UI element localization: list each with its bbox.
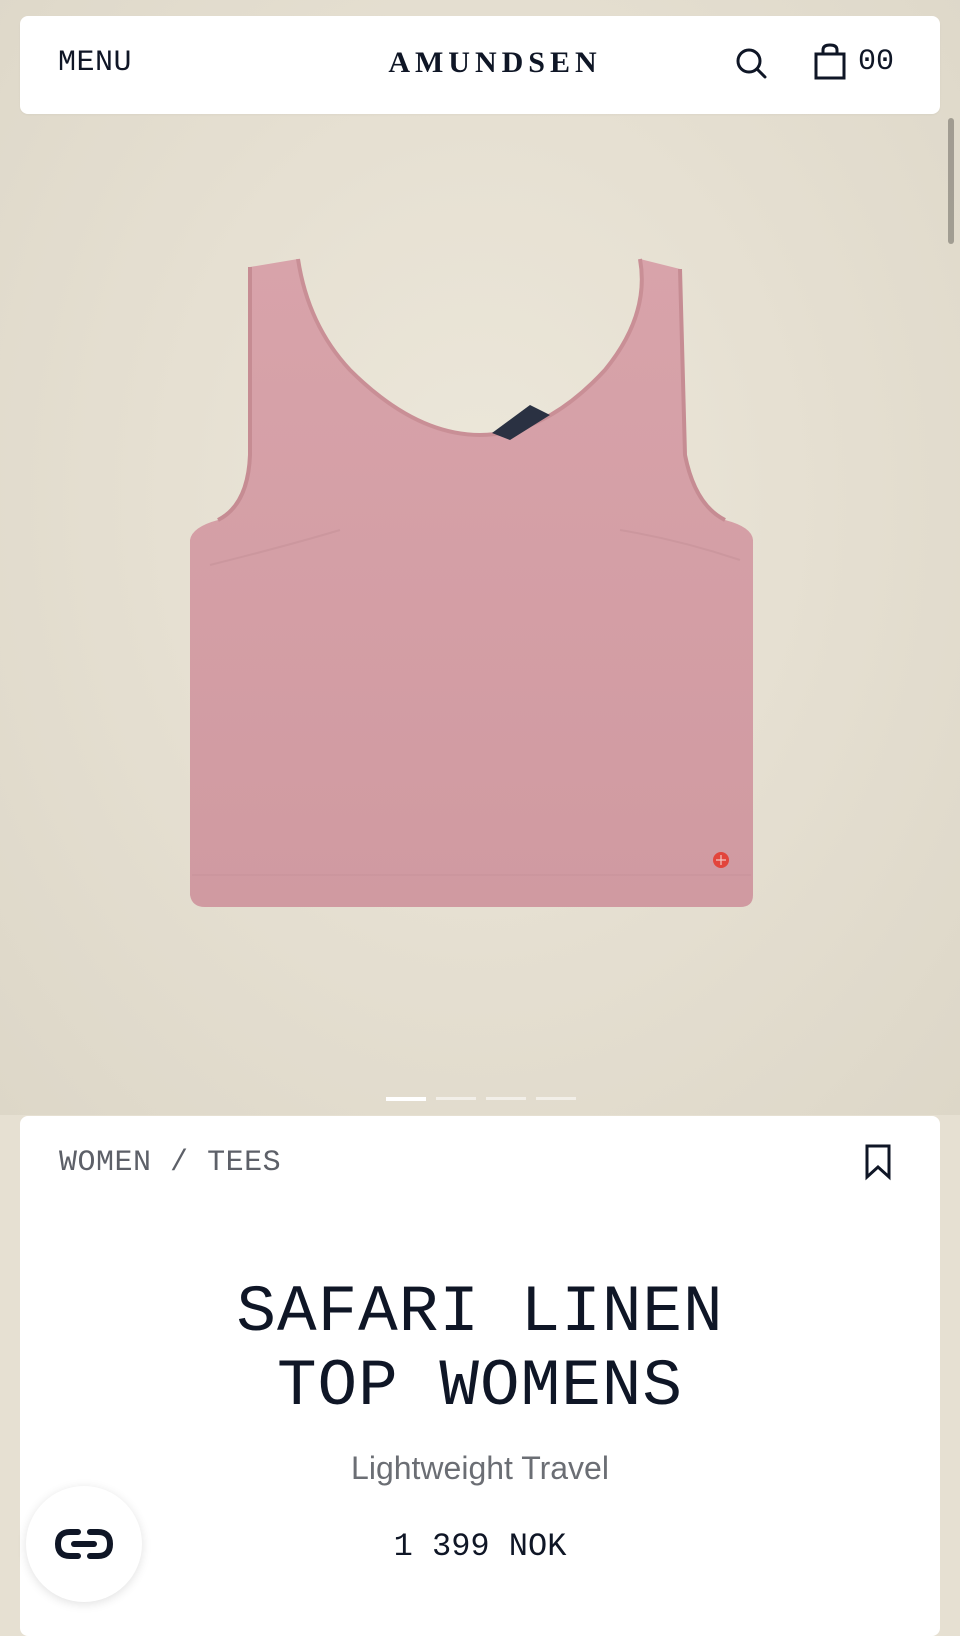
breadcrumb-item-tees[interactable]: TEES [207, 1146, 281, 1180]
carousel-dot-2[interactable] [436, 1097, 476, 1100]
search-button[interactable] [732, 44, 772, 84]
top-navigation-bar: MENU AMUNDSEN 00 [20, 16, 940, 114]
menu-button[interactable]: MENU [58, 46, 132, 80]
carousel-dot-3[interactable] [486, 1097, 526, 1100]
product-price: 1 399 NOK [393, 1528, 567, 1565]
product-title-line-2: TOP WOMENS [276, 1349, 684, 1424]
carousel-indicators [386, 1097, 576, 1101]
search-icon [736, 48, 767, 79]
product-collection: Lightweight Travel [351, 1450, 609, 1486]
breadcrumb-separator: / [170, 1146, 189, 1180]
product-image[interactable] [180, 255, 780, 935]
breadcrumb: WOMEN / TEES [59, 1146, 281, 1180]
cart-button[interactable]: 00 [812, 42, 894, 82]
scrollbar[interactable] [948, 118, 954, 244]
chat-logo-icon [54, 1529, 114, 1559]
tank-top-armhole-left [217, 267, 252, 522]
tank-top-body [190, 259, 753, 907]
cart-count: 00 [858, 45, 895, 79]
shopping-bag-icon [814, 43, 846, 80]
wishlist-button[interactable] [858, 1142, 898, 1182]
brand-logo[interactable]: AMUNDSEN [350, 46, 640, 80]
product-title-line-1: SAFARI LINEN [236, 1275, 724, 1350]
breadcrumb-item-women[interactable]: WOMEN [59, 1146, 152, 1180]
carousel-dot-4[interactable] [536, 1097, 576, 1100]
carousel-dot-1[interactable] [386, 1097, 426, 1101]
product-info-card: WOMEN / TEES SAFARI LINEN TOP WOMENS Lig… [20, 1116, 940, 1636]
product-title: SAFARI LINEN TOP WOMENS [20, 1276, 940, 1424]
bookmark-icon [865, 1144, 891, 1181]
chat-button[interactable] [26, 1486, 142, 1602]
